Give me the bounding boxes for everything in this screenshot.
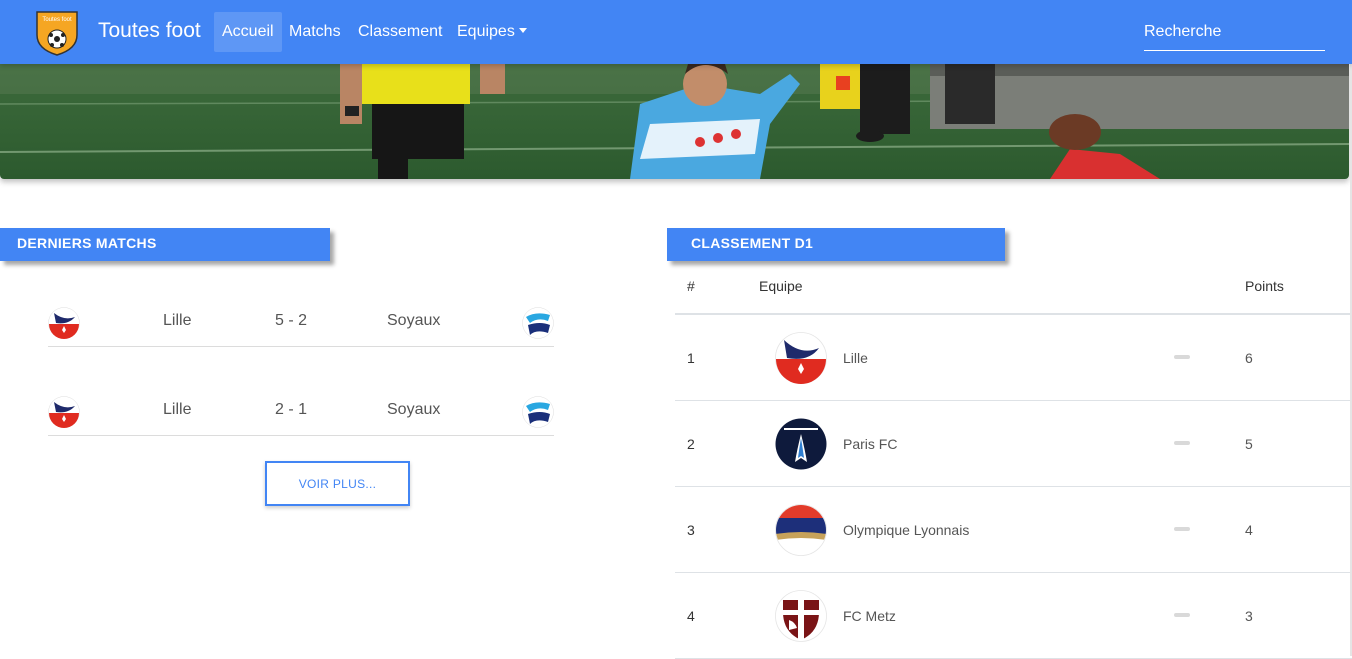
trend-dash-icon [1174,355,1190,359]
col-header-points: Points [1245,278,1284,294]
table-row[interactable]: 3 Olympique Lyonnais 4 [675,487,1352,573]
soyaux-logo-icon [522,307,554,339]
brand-name[interactable]: Toutes foot [98,19,201,43]
row-team-name: Lille [843,350,868,366]
match-away-team: Soyaux [387,312,441,329]
nav-equipes-dropdown[interactable]: Equipes [449,12,535,52]
row-team-name: Olympique Lyonnais [843,522,970,538]
standings-header: CLASSEMENT D1 [667,228,1005,261]
row-team-name: FC Metz [843,608,896,624]
lille-logo-icon [48,307,80,339]
top-navbar: Toutes foot Toutes foot Accueil Matchs C… [0,0,1352,64]
match-home-team: Lille [163,401,192,418]
lille-logo-icon [48,396,80,428]
match-score: 5 - 2 [275,312,308,329]
row-points: 3 [1245,608,1253,624]
site-logo-icon[interactable]: Toutes foot [35,9,79,57]
row-rank: 3 [687,522,695,538]
logo-text: Toutes foot [42,17,72,23]
match-row[interactable]: Lille 5 - 2 Soyaux [48,292,554,347]
see-more-button[interactable]: VOIR PLUS... [265,461,410,506]
trend-dash-icon [1174,527,1190,531]
trend-dash-icon [1174,441,1190,445]
table-row[interactable]: 2 Paris FC 5 [675,401,1352,487]
nav-classement[interactable]: Classement [350,12,450,52]
table-row[interactable]: 1 Lille 6 [675,315,1352,401]
col-header-team: Equipe [759,278,803,294]
match-score: 2 - 1 [275,401,308,418]
paris-fc-logo-icon [775,418,827,470]
row-rank: 4 [687,608,695,624]
row-points: 5 [1245,436,1253,452]
last-matches-header: DERNIERS MATCHS [0,228,330,261]
soyaux-logo-icon [522,396,554,428]
row-team-name: Paris FC [843,436,898,452]
row-points: 4 [1245,522,1253,538]
trend-dash-icon [1174,613,1190,617]
match-row[interactable]: Lille 2 - 1 Soyaux [48,381,554,436]
nav-accueil[interactable]: Accueil [214,12,282,52]
hero-banner-image [0,64,1349,179]
table-row[interactable]: 4 FC Metz 3 [675,573,1352,659]
match-home-team: Lille [163,312,192,329]
match-away-team: Soyaux [387,401,441,418]
lyon-logo-icon [775,504,827,556]
lille-logo-icon [775,332,827,384]
row-rank: 1 [687,350,695,366]
nav-equipes-label: Equipes [457,23,515,40]
nav-matchs[interactable]: Matchs [281,12,349,52]
row-points: 6 [1245,350,1253,366]
col-header-rank: # [687,278,695,294]
football-scene-image [0,64,1349,179]
search-input[interactable] [1144,14,1325,51]
metz-logo-icon [775,590,827,642]
row-rank: 2 [687,436,695,452]
caret-down-icon [518,28,527,33]
